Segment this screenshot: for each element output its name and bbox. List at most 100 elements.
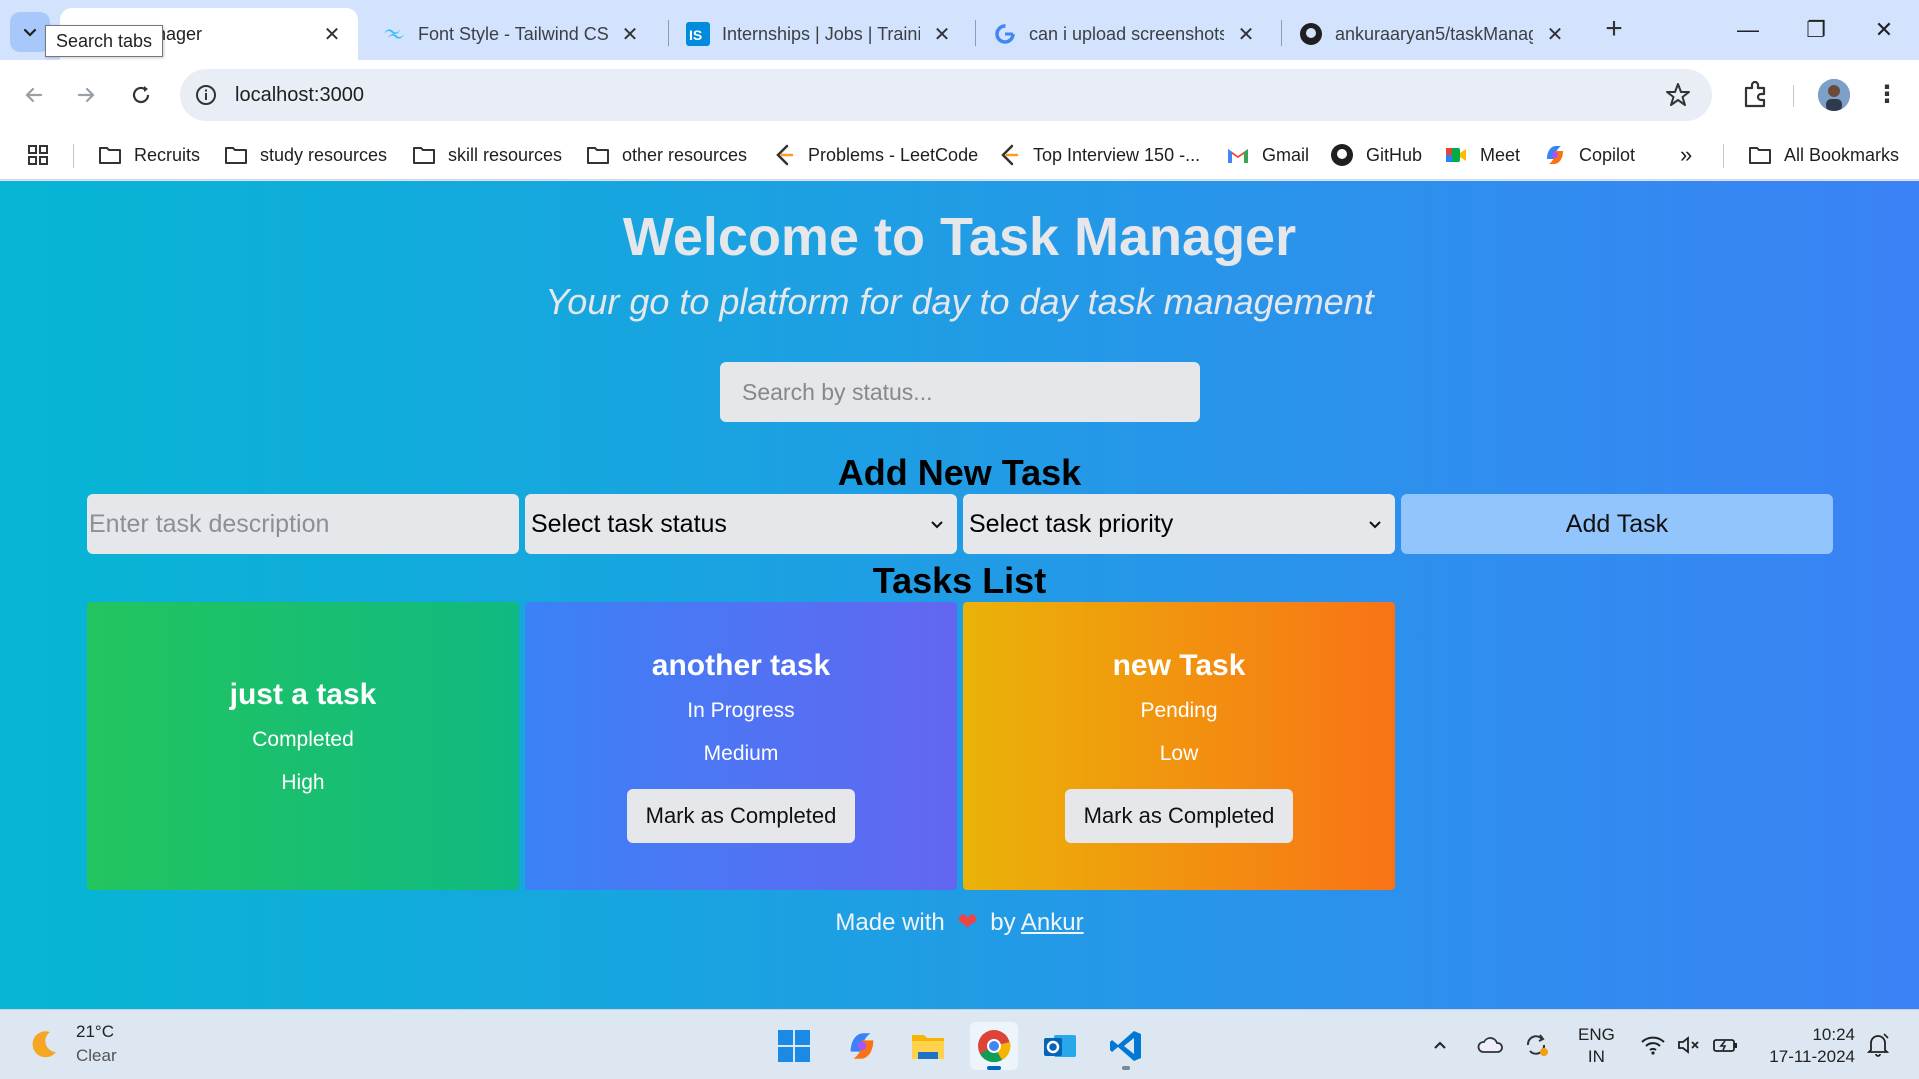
bookmark-skill-resources[interactable]: skill resources <box>412 130 562 180</box>
task-card-in-progress: another task In Progress Medium Mark as … <box>525 602 957 890</box>
tab-separator <box>975 20 976 46</box>
folder-icon <box>98 143 122 167</box>
task-description-input[interactable] <box>87 494 519 554</box>
tab-internshala[interactable]: IS Internships | Jobs | Training ✕ <box>670 8 968 60</box>
minimize-icon[interactable]: — <box>1724 10 1772 50</box>
bookmark-study-resources[interactable]: study resources <box>224 130 387 180</box>
close-icon[interactable]: ✕ <box>932 22 952 47</box>
system-clock[interactable]: 10:24 17-11-2024 <box>1760 1024 1855 1068</box>
outlook-taskbar-button[interactable] <box>1036 1022 1084 1070</box>
folder-icon <box>224 143 248 167</box>
notification-bell-icon <box>1866 1033 1890 1057</box>
tab-title: ankuraaryan5/taskManager <box>1335 23 1533 44</box>
page-footer: Made with ❤ by Ankur <box>0 908 1919 937</box>
clock-date: 17-11-2024 <box>1769 1047 1855 1066</box>
bookmark-meet[interactable]: Meet <box>1444 130 1520 180</box>
chrome-icon <box>978 1030 1011 1063</box>
svg-text:IS: IS <box>689 27 702 43</box>
tab-github-repo[interactable]: ankuraaryan5/taskManager ✕ <box>1283 8 1581 60</box>
bookmark-label: Copilot <box>1579 144 1636 165</box>
close-icon[interactable]: ✕ <box>620 22 640 47</box>
bookmark-recruits[interactable]: Recruits <box>98 130 200 180</box>
tab-title: can i upload screenshots <box>1029 23 1224 44</box>
all-bookmarks-button[interactable]: All Bookmarks <box>1748 130 1899 180</box>
page-title: Welcome to Task Manager <box>622 207 1297 267</box>
bookmark-star-icon[interactable] <box>1664 81 1692 109</box>
volume-tray-icon[interactable] <box>1676 1010 1702 1079</box>
mark-completed-button[interactable]: Mark as Completed <box>1065 789 1293 843</box>
author-link[interactable]: Ankur <box>1021 909 1084 936</box>
bookmark-other-resources[interactable]: other resources <box>586 130 747 180</box>
close-icon[interactable]: ✕ <box>1236 22 1256 47</box>
task-status: Pending <box>1140 699 1218 722</box>
reload-icon <box>132 86 150 104</box>
github-icon <box>1330 143 1354 167</box>
start-button[interactable] <box>770 1022 818 1070</box>
task-priority-select-value: Select task priority <box>969 509 1174 538</box>
folder-icon <box>1748 143 1772 167</box>
heart-icon: ❤ <box>957 909 978 936</box>
language-code: ENG <box>1578 1025 1615 1044</box>
weather-temperature: 21°C <box>76 1022 114 1041</box>
bookmark-label: other resources <box>622 144 748 165</box>
chrome-taskbar-button[interactable] <box>970 1022 1018 1070</box>
forward-button[interactable] <box>66 75 106 115</box>
tab-search-button[interactable] <box>10 12 50 52</box>
tasks-list-heading: Tasks List <box>872 560 1047 601</box>
chevron-up-icon <box>1434 1041 1446 1049</box>
google-icon <box>993 22 1017 46</box>
restore-icon[interactable]: ❐ <box>1792 10 1840 50</box>
bookmark-github[interactable]: GitHub <box>1330 130 1422 180</box>
close-icon[interactable]: ✕ <box>322 22 342 47</box>
tab-tailwind[interactable]: Font Style - Tailwind CSS ✕ <box>366 8 656 60</box>
tab-separator <box>1281 20 1282 46</box>
profile-avatar[interactable] <box>1818 79 1850 111</box>
file-explorer-button[interactable] <box>904 1022 952 1070</box>
bookmark-separator <box>73 144 74 168</box>
task-status-select[interactable]: Select task status <box>525 494 957 554</box>
toolbar-divider <box>1793 85 1794 107</box>
task-title: just a task <box>229 678 377 711</box>
close-icon[interactable]: ✕ <box>1545 22 1565 47</box>
extensions-icon[interactable] <box>1738 78 1772 112</box>
status-search-input[interactable] <box>720 362 1200 422</box>
bookmark-top-interview[interactable]: Top Interview 150 -... <box>997 130 1200 180</box>
apps-grid-button[interactable] <box>26 130 50 180</box>
task-priority: Medium <box>703 742 779 765</box>
sync-tray-icon[interactable] <box>1522 1010 1550 1079</box>
add-task-button[interactable]: Add Task <box>1401 494 1833 554</box>
weather-condition: Clear <box>76 1046 117 1065</box>
folder-icon <box>412 143 436 167</box>
vscode-taskbar-button[interactable] <box>1102 1022 1150 1070</box>
more-menu-icon[interactable]: ⋮ <box>1872 80 1902 110</box>
bookmarks-bar: Recruits study resources skill resources… <box>0 130 1919 180</box>
weather-widget[interactable]: 21°C Clear <box>26 1020 117 1068</box>
tab-google-search[interactable]: can i upload screenshots ✕ <box>977 8 1272 60</box>
window-close-icon[interactable]: ✕ <box>1860 10 1908 50</box>
info-icon[interactable] <box>194 83 218 107</box>
show-hidden-icons-button[interactable] <box>1430 1010 1450 1079</box>
address-bar[interactable]: localhost:3000 <box>180 69 1712 121</box>
battery-tray-icon[interactable] <box>1712 1010 1740 1079</box>
bookmark-copilot[interactable]: Copilot <box>1543 130 1635 180</box>
bookmark-leetcode-problems[interactable]: Problems - LeetCode <box>772 130 978 180</box>
meet-icon <box>1444 143 1468 167</box>
bookmark-label: Gmail <box>1262 144 1310 165</box>
onedrive-tray-icon[interactable] <box>1476 1010 1504 1079</box>
language-region: IN <box>1587 1047 1605 1066</box>
copilot-taskbar-button[interactable] <box>838 1022 886 1070</box>
github-icon <box>1299 22 1323 46</box>
notification-center-button[interactable] <box>1866 1010 1890 1079</box>
back-button[interactable] <box>14 75 54 115</box>
task-priority-select[interactable]: Select task priority <box>963 494 1395 554</box>
chevron-down-icon <box>23 28 37 37</box>
bookmark-gmail[interactable]: Gmail <box>1226 130 1309 180</box>
more-bookmarks-button[interactable]: » <box>1680 130 1692 180</box>
arrow-left-icon <box>25 87 43 103</box>
new-tab-button[interactable]: + <box>1598 14 1630 46</box>
reload-button[interactable] <box>121 75 161 115</box>
wifi-tray-icon[interactable] <box>1640 1010 1666 1079</box>
language-indicator[interactable]: ENG IN <box>1578 1024 1615 1068</box>
mark-completed-button[interactable]: Mark as Completed <box>627 789 855 843</box>
arrow-right-icon <box>77 87 95 103</box>
